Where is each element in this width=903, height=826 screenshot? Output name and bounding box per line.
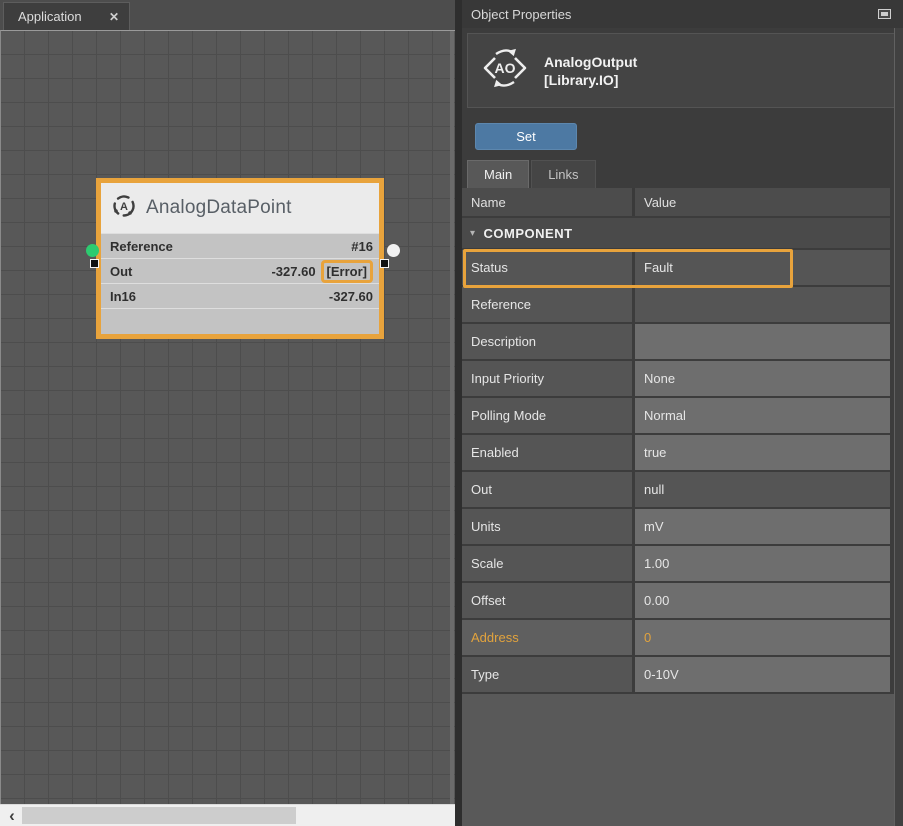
table-header-row: Name Value <box>462 188 890 216</box>
analog-datapoint-icon: A <box>111 193 137 224</box>
tab-application[interactable]: Application ✕ <box>3 2 130 30</box>
property-value <box>635 287 890 322</box>
svg-text:A: A <box>120 201 128 213</box>
property-row-enabled[interactable]: Enabled true <box>462 435 890 470</box>
tab-application-label: Application <box>18 9 109 24</box>
block-row-reference[interactable]: Reference #16 <box>101 233 379 258</box>
object-icon-text: AO <box>495 60 516 76</box>
error-badge: [Error] <box>321 260 373 283</box>
selected-object-card: AO AnalogOutput [Library.IO] <box>467 33 896 108</box>
document-tab-bar: Application ✕ <box>0 0 455 30</box>
property-name: Offset <box>462 583 632 618</box>
property-name: Reference <box>462 287 632 322</box>
tab-close-icon[interactable]: ✕ <box>109 10 119 24</box>
object-library: [Library.IO] <box>544 71 637 89</box>
pin-value: #16 <box>351 239 373 254</box>
panel-vertical-scrollbar[interactable] <box>894 28 903 826</box>
property-value[interactable] <box>635 324 890 359</box>
panel-title: Object Properties <box>471 7 878 22</box>
property-row-address[interactable]: Address 0 <box>462 620 890 655</box>
input-port-dot[interactable] <box>86 244 99 257</box>
properties-table: Name Value ▾ COMPONENT Status Fault Refe… <box>462 188 890 694</box>
property-value[interactable]: 0-10V <box>635 657 890 692</box>
column-header-value: Value <box>632 188 890 216</box>
pin-value: -327.60 <box>271 264 315 279</box>
block-row-out[interactable]: Out -327.60 [Error] <box>101 258 379 283</box>
property-name: Type <box>462 657 632 692</box>
property-row-description[interactable]: Description <box>462 324 890 359</box>
panel-empty-area <box>462 694 896 826</box>
collapse-triangle-icon[interactable]: ▾ <box>470 228 476 239</box>
property-name: Status <box>462 250 632 285</box>
panel-splitter[interactable] <box>455 0 462 826</box>
property-row-input-priority[interactable]: Input Priority None <box>462 361 890 396</box>
horizontal-scroll-thumb[interactable] <box>22 807 296 824</box>
selection-handle-right[interactable] <box>380 259 389 268</box>
property-value[interactable]: Normal <box>635 398 890 433</box>
analog-datapoint-block[interactable]: A AnalogDataPoint Reference #16 Out -327… <box>96 178 384 339</box>
property-row-status[interactable]: Status Fault <box>462 250 890 285</box>
property-row-units[interactable]: Units mV <box>462 509 890 544</box>
block-row-empty <box>101 308 379 331</box>
application-window: Application ✕ A AnalogDataPoint <box>0 0 903 826</box>
dock-window-icon[interactable] <box>878 9 891 19</box>
group-header-component[interactable]: ▾ COMPONENT <box>462 218 890 248</box>
property-value[interactable]: mV <box>635 509 890 544</box>
property-row-out[interactable]: Out null <box>462 472 890 507</box>
object-properties-panel: Object Properties AO AnalogOutput [Libra… <box>462 0 903 826</box>
pin-name: Reference <box>110 239 351 254</box>
output-port-dot[interactable] <box>387 244 400 257</box>
pin-name: In16 <box>110 289 329 304</box>
property-value[interactable]: 1.00 <box>635 546 890 581</box>
tab-links[interactable]: Links <box>531 160 595 188</box>
property-name: Input Priority <box>462 361 632 396</box>
property-value: null <box>635 472 890 507</box>
property-name: Address <box>462 620 632 655</box>
object-identity: AnalogOutput [Library.IO] <box>544 53 637 89</box>
property-value: Fault <box>635 250 890 285</box>
block-row-in16[interactable]: In16 -327.60 <box>101 283 379 308</box>
pin-name: Out <box>110 264 271 279</box>
wiresheet-canvas[interactable]: A AnalogDataPoint Reference #16 Out -327… <box>0 30 455 804</box>
property-row-type[interactable]: Type 0-10V <box>462 657 890 692</box>
property-value[interactable]: true <box>635 435 890 470</box>
pin-value: -327.60 <box>329 289 373 304</box>
block-header: A AnalogDataPoint <box>101 183 379 233</box>
analog-output-icon: AO <box>480 45 530 96</box>
property-value[interactable]: 0.00 <box>635 583 890 618</box>
property-value[interactable]: None <box>635 361 890 396</box>
property-row-offset[interactable]: Offset 0.00 <box>462 583 890 618</box>
set-button[interactable]: Set <box>475 123 577 150</box>
wiresheet-region: Application ✕ A AnalogDataPoint <box>0 0 455 826</box>
property-name: Enabled <box>462 435 632 470</box>
group-label: COMPONENT <box>484 226 573 241</box>
tab-main[interactable]: Main <box>467 160 529 188</box>
property-name: Out <box>462 472 632 507</box>
block-title: AnalogDataPoint <box>146 197 292 219</box>
canvas-vertical-scrollbar[interactable] <box>450 31 454 804</box>
canvas-horizontal-scrollbar[interactable]: ‹ <box>0 804 455 826</box>
object-name: AnalogOutput <box>544 53 637 71</box>
panel-titlebar: Object Properties <box>462 0 903 28</box>
property-value[interactable]: 0 <box>635 620 890 655</box>
properties-tab-bar: Main Links <box>467 160 596 188</box>
property-row-reference[interactable]: Reference <box>462 287 890 322</box>
property-name: Scale <box>462 546 632 581</box>
scroll-left-arrow-icon[interactable]: ‹ <box>4 805 20 826</box>
property-name: Units <box>462 509 632 544</box>
property-name: Polling Mode <box>462 398 632 433</box>
property-name: Description <box>462 324 632 359</box>
property-row-scale[interactable]: Scale 1.00 <box>462 546 890 581</box>
column-header-name: Name <box>462 188 632 216</box>
property-row-polling-mode[interactable]: Polling Mode Normal <box>462 398 890 433</box>
selection-handle-left[interactable] <box>90 259 99 268</box>
